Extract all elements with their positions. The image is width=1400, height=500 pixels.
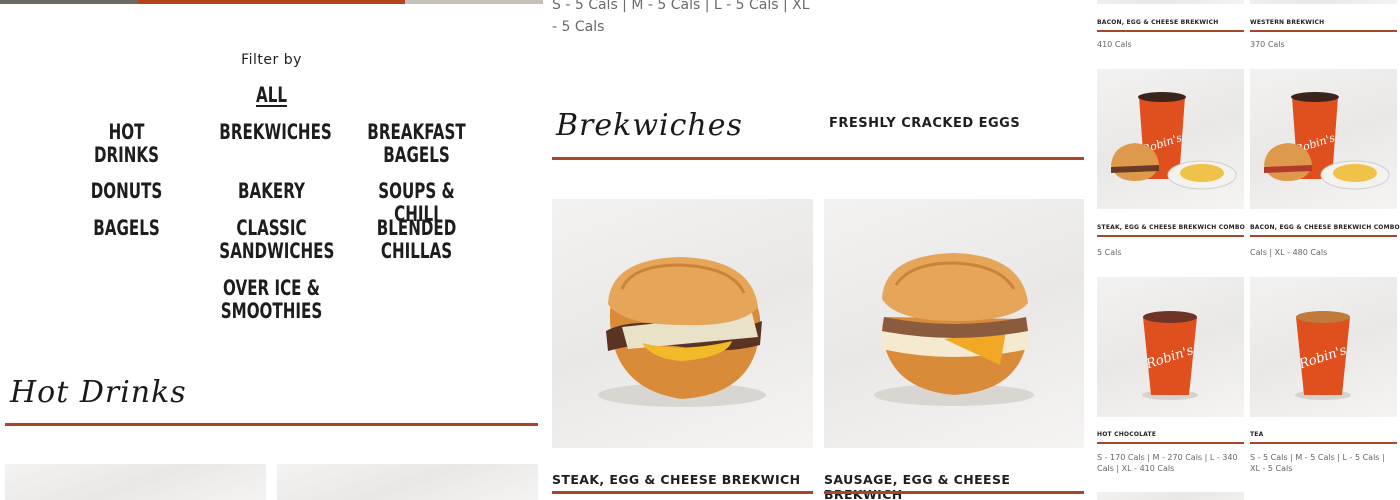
filter-bakery[interactable]: Bakery [219, 180, 323, 203]
product-image[interactable] [1097, 492, 1244, 500]
product-divider [1250, 30, 1397, 32]
product-title[interactable]: WESTERN BREKWICH [1250, 19, 1324, 26]
filter-panel: Filter by All Hot Drinks Brekwiches Brea… [0, 0, 545, 500]
section-divider [552, 157, 1084, 160]
product-title[interactable]: BACON, EGG & CHEESE BREKWICH COMBO [1250, 224, 1400, 231]
filter-blended-chillas[interactable]: Blended Chillas [364, 217, 468, 263]
steak-egg-cheese-brekwich-image[interactable] [552, 199, 813, 448]
coffee-cup-icon: Robin's [1295, 311, 1351, 400]
filter-donuts[interactable]: Donuts [74, 180, 178, 203]
filter-all[interactable]: All [219, 84, 323, 107]
calories-text: S - 5 Cals | M - 5 Cals | L - 5 Cals | X… [552, 0, 810, 35]
brekwiches-section: S - 5 Cals | M - 5 Cals | L - 5 Cals | X… [548, 0, 1088, 500]
combo-meal-icon: Robin's [1111, 92, 1237, 190]
hot-chocolate-image[interactable]: Robin's [1097, 277, 1244, 417]
product-title[interactable]: HOT CHOCOLATE [1097, 431, 1156, 438]
calories-text: 410 Cals [1097, 40, 1132, 49]
combo-image[interactable]: Robin's [1097, 69, 1244, 209]
coffee-cup-icon: Robin's [1142, 311, 1198, 400]
freshly-cracked-eggs-label: FRESHLY CRACKED EGGS [829, 116, 1021, 131]
filter-breakfast-bagels[interactable]: Breakfast Bagels [364, 121, 468, 167]
biscuit-sandwich-icon [598, 257, 766, 407]
filter-hot-drinks[interactable]: Hot Drinks [74, 121, 178, 167]
product-title[interactable]: SAUSAGE, EGG & CHEESE BREKWICH [824, 472, 1088, 500]
calories-text: S - 170 Cals | M - 270 Cals | L - 340 Ca… [1097, 453, 1238, 473]
filter-over-ice-smoothies[interactable]: Over Ice & Smoothies [219, 277, 323, 323]
combo-meal-icon: Robin's [1264, 92, 1390, 190]
section-heading-brekwiches: Brekwiches [556, 108, 743, 143]
product-divider [1097, 235, 1244, 237]
section-heading-hot-drinks: Hot Drinks [10, 375, 187, 410]
top-banner-image [0, 0, 543, 4]
product-image[interactable] [1097, 0, 1244, 4]
product-title[interactable]: STEAK, EGG & CHEESE BREKWICH COMBO [1097, 224, 1245, 231]
product-divider [1250, 235, 1397, 237]
product-divider [824, 491, 1084, 494]
product-image[interactable] [277, 464, 538, 500]
product-divider [552, 491, 813, 494]
combo-image[interactable]: Robin's [1250, 69, 1397, 209]
section-divider [5, 423, 538, 426]
filter-brekwiches[interactable]: Brekwiches [219, 121, 331, 144]
product-title[interactable]: BACON, EGG & CHEESE BREKWICH [1097, 19, 1218, 26]
calories-text: 5 Cals [1097, 248, 1122, 257]
calories-text: 370 Cals [1250, 40, 1285, 49]
product-title[interactable]: STEAK, EGG & CHEESE BREKWICH [552, 472, 800, 487]
filter-bagels[interactable]: Bagels [74, 217, 178, 240]
product-title[interactable]: TEA [1250, 431, 1263, 438]
tea-image[interactable]: Robin's [1250, 277, 1397, 417]
calories-text: Cals | XL - 480 Cals [1250, 248, 1328, 257]
filter-classic-sandwiches[interactable]: Classic Sandwiches [219, 217, 334, 263]
menu-grid: BACON, EGG & CHEESE BREKWICH WESTERN BRE… [1090, 0, 1400, 500]
biscuit-sandwich-icon [874, 253, 1034, 406]
product-divider [1097, 30, 1244, 32]
sausage-egg-cheese-brekwich-image[interactable] [824, 199, 1084, 448]
product-image[interactable] [1250, 0, 1397, 4]
product-divider [1250, 442, 1397, 444]
calories-text: S - 5 Cals | M - 5 Cals | L - 5 Cals | X… [1250, 453, 1385, 473]
filter-title: Filter by [241, 52, 302, 68]
product-divider [1097, 442, 1244, 444]
product-image[interactable] [5, 464, 266, 500]
